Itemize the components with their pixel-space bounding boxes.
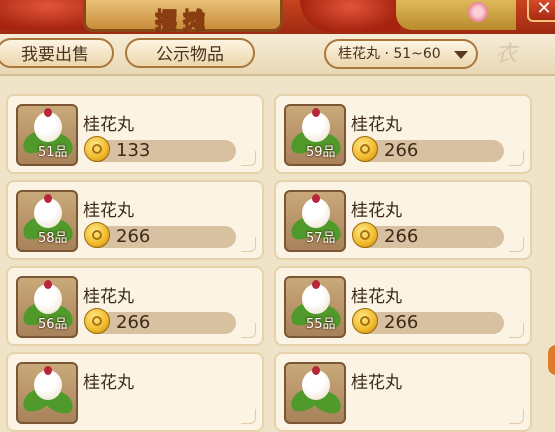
tab-sell[interactable]: 我要出售 (0, 38, 114, 68)
item-card[interactable]: 51品 桂花丸 133 (6, 94, 264, 174)
item-name: 桂花丸 (351, 373, 402, 393)
item-price: 266 (384, 140, 419, 161)
gold-coin-icon (352, 136, 378, 162)
item-name: 桂花丸 (351, 287, 402, 307)
osmanthus-rice-ball-icon: 58品 (16, 190, 78, 252)
level-filter-dropdown[interactable]: 桂花丸 · 51~60 (324, 39, 478, 69)
item-name: 桂花丸 (83, 115, 134, 135)
gold-coin-icon (352, 222, 378, 248)
item-price: 133 (116, 140, 151, 161)
tab-public-items[interactable]: 公示物品 (125, 38, 255, 68)
page-title: 摆摊 (154, 9, 211, 35)
side-tab[interactable] (548, 345, 555, 375)
gold-coin-icon (84, 308, 110, 334)
osmanthus-rice-ball-icon: 56品 (16, 276, 78, 338)
gold-coin-icon (84, 222, 110, 248)
osmanthus-rice-ball-icon (16, 362, 78, 424)
item-name: 桂花丸 (83, 373, 134, 393)
item-card[interactable]: 59品 桂花丸 266 (274, 94, 532, 174)
red-ribbon-decoration (300, 0, 400, 32)
item-card[interactable]: 56品 桂花丸 266 (6, 266, 264, 346)
page-title-plaque: 摆摊 (83, 0, 283, 35)
item-card[interactable]: 桂花丸 (6, 352, 264, 432)
filter-label: 桂花丸 · 51~60 (338, 46, 441, 62)
item-level: 56品 (38, 317, 68, 332)
osmanthus-rice-ball-icon: 57品 (284, 190, 346, 252)
item-price: 266 (384, 312, 419, 333)
item-card[interactable]: 57品 桂花丸 266 (274, 180, 532, 260)
item-name: 桂花丸 (83, 287, 134, 307)
item-name: 桂花丸 (83, 201, 134, 221)
item-level: 55品 (306, 317, 336, 332)
item-price: 266 (116, 312, 151, 333)
item-card[interactable]: 桂花丸 (274, 352, 532, 432)
scroll-decoration (396, 0, 516, 30)
close-button[interactable]: ✕ (527, 0, 555, 22)
item-price: 266 (116, 226, 151, 247)
item-name: 桂花丸 (351, 115, 402, 135)
item-level: 51品 (38, 145, 68, 160)
close-icon: ✕ (536, 0, 552, 19)
gold-coin-icon (84, 136, 110, 162)
osmanthus-rice-ball-icon: 51品 (16, 104, 78, 166)
item-card[interactable]: 55品 桂花丸 266 (274, 266, 532, 346)
osmanthus-rice-ball-icon: 55品 (284, 276, 346, 338)
gold-coin-icon (352, 308, 378, 334)
item-level: 57品 (306, 231, 336, 246)
osmanthus-rice-ball-icon: 59品 (284, 104, 346, 166)
item-level: 59品 (306, 145, 336, 160)
item-name: 桂花丸 (351, 201, 402, 221)
osmanthus-rice-ball-icon (284, 362, 346, 424)
item-level: 58品 (38, 231, 68, 246)
watermark-text: 衣 (495, 42, 518, 67)
item-price: 266 (384, 226, 419, 247)
caret-down-icon (454, 51, 468, 59)
item-card[interactable]: 58品 桂花丸 266 (6, 180, 264, 260)
flower-icon (468, 2, 488, 22)
